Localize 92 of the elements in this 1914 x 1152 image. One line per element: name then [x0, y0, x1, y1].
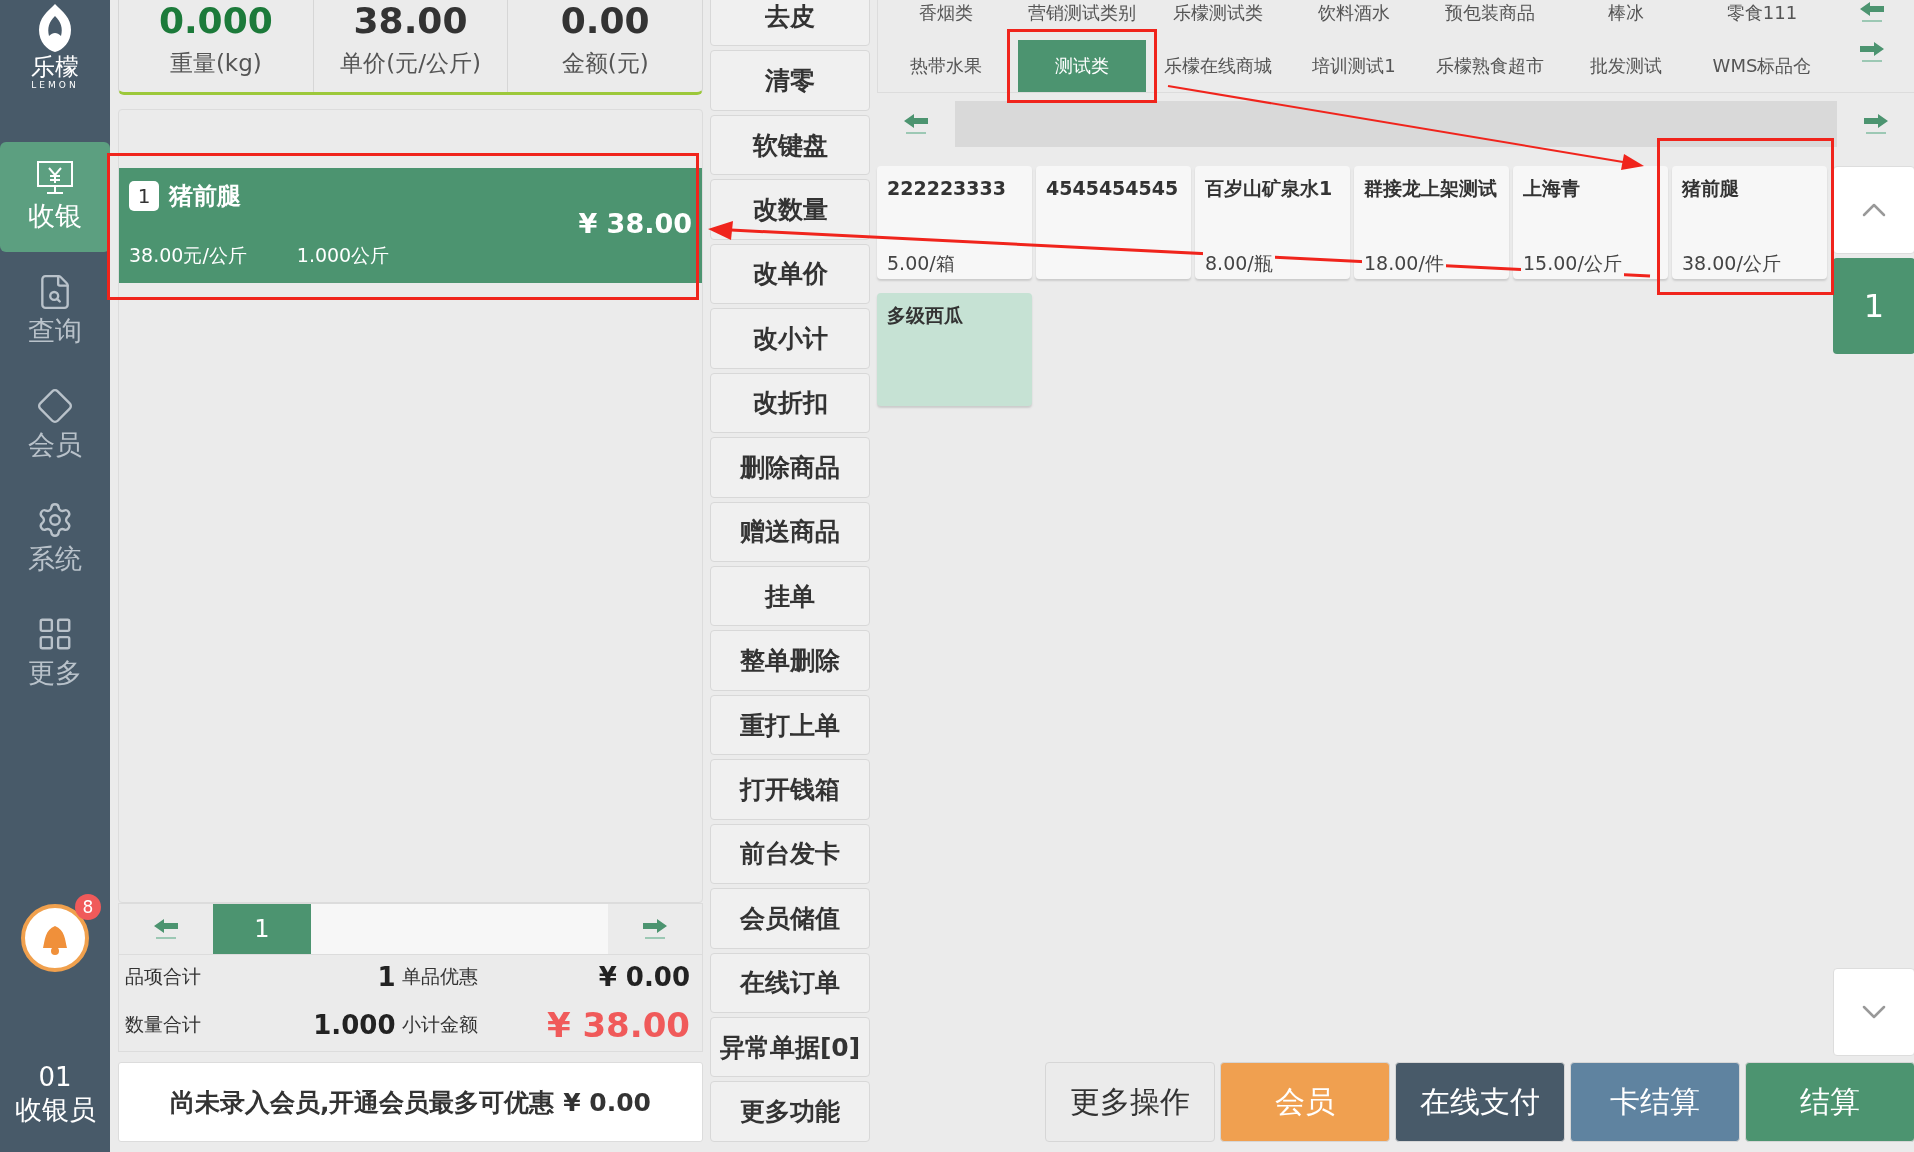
category-tab[interactable]: 棒冰 [1562, 0, 1690, 26]
product-tile[interactable]: 4545454545 [1036, 166, 1191, 279]
total-label: 品项合计 [125, 963, 202, 989]
category-tab[interactable]: 热带水果 [882, 40, 1010, 92]
product-name: 上海青 [1523, 176, 1581, 201]
product-tile[interactable]: 上海青 15.00/公斤 [1513, 166, 1668, 279]
total-label: 数量合计 [125, 1011, 202, 1037]
sidebar-item[interactable]: 会员 [0, 370, 110, 480]
function-button[interactable]: 赠送商品 [710, 501, 870, 562]
product-tile[interactable]: 猪前腿 38.00/公斤 [1672, 166, 1827, 279]
member-promo-banner: 尚未录入会员,开通会员最多可优惠 ¥ 0.00 [118, 1062, 703, 1142]
product-name: 多级西瓜 [887, 303, 964, 328]
product-price: 15.00/公斤 [1521, 251, 1624, 277]
function-button[interactable]: 去皮 [710, 0, 870, 47]
function-button[interactable]: 在线订单 [710, 952, 870, 1013]
payment-button[interactable]: 卡结算 [1570, 1062, 1740, 1142]
left-arrow-icon [902, 112, 930, 136]
category-tab[interactable]: 培训测试1 [1290, 40, 1418, 92]
function-button[interactable]: 打开钱箱 [710, 759, 870, 820]
notification-count-badge: 8 [75, 894, 101, 920]
logo-name: 乐檬 [31, 54, 79, 80]
left-arrow-icon [1858, 0, 1886, 24]
item-unit-price: 38.00元/公斤 [129, 243, 247, 268]
total-label: 小计金额 [401, 1011, 479, 1037]
function-button[interactable]: 会员储值 [710, 888, 870, 949]
function-button[interactable]: 删除商品 [710, 437, 870, 498]
function-button[interactable]: 软键盘 [710, 114, 870, 176]
product-tile[interactable]: 222223333 5.00/箱 [877, 166, 1032, 279]
right-arrow-icon [641, 917, 669, 941]
sidebar-item[interactable]: 系统 [0, 484, 110, 594]
payment-button[interactable]: 在线支付 [1395, 1062, 1565, 1142]
function-button[interactable]: 改数量 [710, 179, 870, 240]
scale-label: 单价(元/公斤) [340, 49, 481, 78]
total-label: 单品优惠 [401, 963, 479, 989]
product-tile[interactable]: 多级西瓜 [877, 293, 1032, 406]
product-name: 百岁山矿泉水1 [1205, 176, 1334, 201]
category-tab[interactable]: 饮料酒水 [1290, 0, 1418, 26]
function-button[interactable]: 重打上单 [710, 694, 870, 756]
ticket-item[interactable]: 1 猪前腿 ¥ 38.00 38.00元/公斤 1.000公斤 [119, 168, 702, 283]
item-index: 1 [129, 181, 159, 211]
category-tab[interactable]: WMS标品仓 [1698, 40, 1826, 92]
function-button[interactable]: 清零 [710, 50, 870, 111]
function-button[interactable]: 异常单据[0] [710, 1017, 870, 1078]
subtotal-amount: ¥ 38.00 [545, 1004, 691, 1045]
function-button[interactable]: 改折扣 [710, 372, 870, 434]
product-name: 猪前腿 [1682, 176, 1740, 201]
category-tab[interactable]: 零食111 [1698, 0, 1826, 26]
category-tab[interactable]: 批发测试 [1562, 40, 1690, 92]
scale-value: 0.000 [158, 0, 273, 42]
category-tab[interactable]: 香烟类 [882, 0, 1010, 26]
scale-label: 重量(kg) [169, 49, 262, 78]
payment-button[interactable]: 结算 [1745, 1062, 1914, 1142]
category-tab[interactable]: 乐檬测试类 [1154, 0, 1282, 26]
product-name: 222223333 [887, 176, 1007, 201]
cashier-monitor-icon [35, 160, 75, 196]
function-button[interactable]: 改单价 [710, 243, 870, 305]
product-tile[interactable]: 群接龙上架测试 18.00/件 [1354, 166, 1509, 279]
right-arrow-icon [1862, 112, 1890, 136]
category-tab[interactable]: 乐檬熟食超市 [1426, 40, 1554, 92]
item-quantity: 1.000公斤 [296, 243, 390, 268]
right-arrow-icon [1858, 40, 1886, 64]
payment-button[interactable]: 更多操作 [1045, 1062, 1215, 1142]
scale-value: 38.00 [353, 0, 468, 42]
product-name: 4545454545 [1046, 176, 1180, 201]
sidebar-item[interactable]: 更多 [0, 598, 110, 708]
diamond-icon [36, 387, 74, 425]
scale-label: 金额(元) [561, 49, 649, 78]
page-up-button[interactable] [1833, 166, 1914, 254]
sidebar-item[interactable]: 查询 [0, 256, 110, 366]
operator-role: 收银员 [14, 1093, 96, 1127]
total-value: 1 [376, 961, 397, 992]
category-tab[interactable]: 预包装商品 [1426, 0, 1554, 26]
function-button[interactable]: 挂单 [710, 565, 870, 627]
total-value: 1.000 [312, 1009, 397, 1040]
function-button[interactable]: 整单删除 [710, 630, 870, 691]
function-button[interactable]: 前台发卡 [710, 823, 870, 885]
scale-value: 0.00 [560, 0, 650, 42]
page-tab[interactable]: 1 [213, 904, 311, 954]
left-arrow-icon [152, 917, 180, 941]
product-tile[interactable]: 百岁山矿泉水1 8.00/瓶 [1195, 166, 1350, 279]
item-name: 猪前腿 [169, 181, 241, 212]
operator-id: 01 [38, 1062, 72, 1092]
category-tab[interactable]: 测试类 [1018, 40, 1146, 92]
category-tab[interactable]: 营销测试类别 [1018, 0, 1146, 26]
item-amount: ¥ 38.00 [578, 208, 692, 239]
function-button[interactable]: 改小计 [710, 308, 870, 369]
product-name: 群接龙上架测试 [1364, 176, 1498, 201]
logo-tagline: LEMON [31, 80, 79, 90]
total-value: ¥ 0.00 [597, 961, 691, 992]
function-button[interactable]: 更多功能 [710, 1081, 870, 1142]
category-tab[interactable]: 乐檬在线商城 [1154, 40, 1282, 92]
product-page-number: 1 [1833, 258, 1914, 354]
